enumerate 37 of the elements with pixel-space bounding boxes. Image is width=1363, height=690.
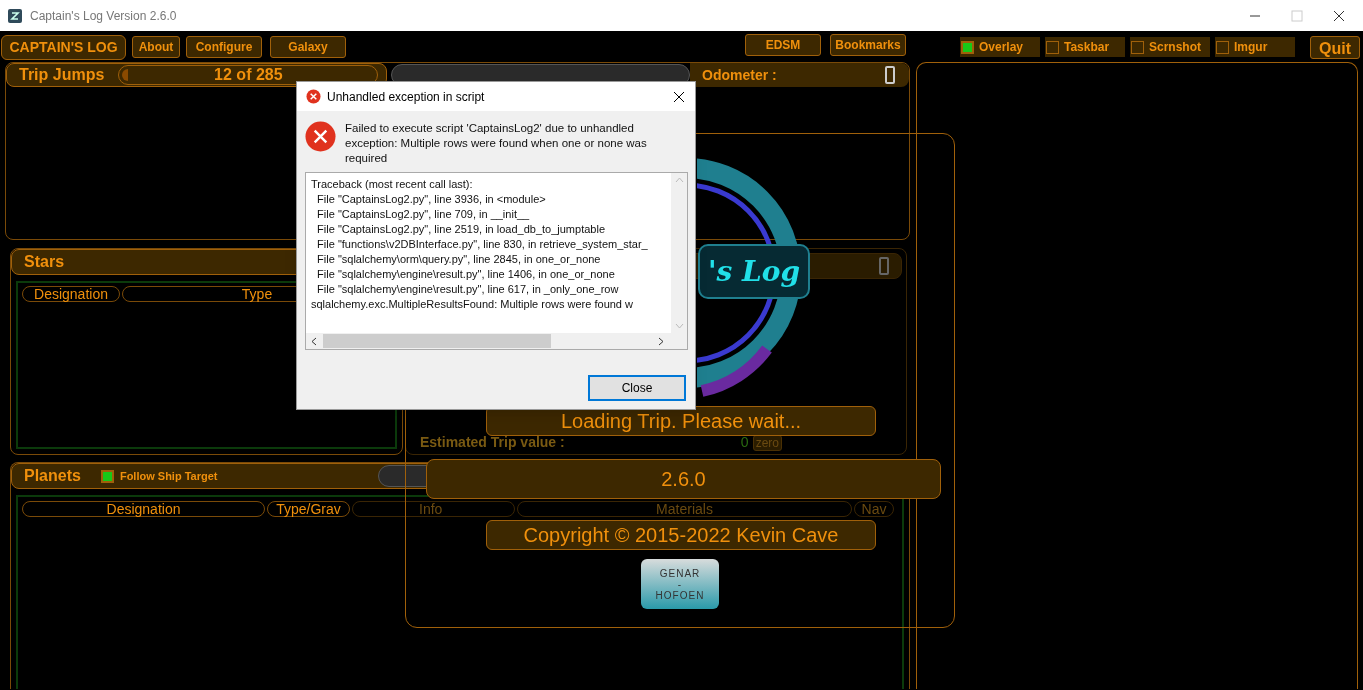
error-message: Failed to execute script 'CaptainsLog2' due to unhandled exception: Multiple rows were found when one or none was required — [345, 121, 648, 166]
toggle-checkbox[interactable]: Overlay — [960, 37, 1040, 57]
toolbar-button[interactable]: Galaxy — [270, 36, 346, 58]
odometer-label: Odometer : — [702, 65, 777, 85]
trip-value: 0 — [740, 433, 749, 452]
traceback-line: File "CaptainsLog2.py", line 2519, in load_db_to_jumptable — [316, 222, 606, 237]
traceback-line: Traceback (most recent call last): — [311, 177, 474, 192]
logo-text: - — [677, 578, 683, 590]
toggle-checkbox[interactable]: Scrnshot — [1130, 37, 1210, 57]
toolbar-button[interactable]: Bookmarks — [830, 34, 906, 56]
toolbar-button[interactable]: EDSM — [745, 34, 821, 56]
window-title: Captain's Log Version 2.6.0 — [30, 7, 177, 25]
copyright-label: Copyright © 2015-2022 Kevin Cave — [486, 520, 876, 550]
traceback-line: File "CaptainsLog2.py", line 709, in __init__ — [316, 207, 531, 222]
logo-text: GENAR — [659, 567, 701, 579]
panel-title: Trip Jumps — [19, 65, 105, 85]
toggle-checkbox[interactable]: Imgur — [1215, 37, 1295, 57]
close-button[interactable]: Close — [588, 375, 686, 401]
toggle-checkbox[interactable]: Taskbar — [1045, 37, 1125, 57]
quit-button[interactable]: Quit — [1310, 35, 1360, 59]
traceback-line: File "sqlalchemy\orm\query.py", line 2845, in one_or_none — [316, 252, 602, 267]
toolbar-button[interactable]: About — [132, 36, 180, 58]
panel-title: Stars — [24, 252, 65, 272]
panel-title: Planets — [24, 466, 81, 486]
dialog-title: Unhandled exception in script — [327, 88, 485, 106]
brand-button[interactable]: CAPTAIN'S LOG — [1, 34, 126, 60]
loading-message: Loading Trip. Please wait... — [486, 406, 876, 436]
logo-text: 's Log — [707, 253, 800, 290]
toolbar-button[interactable]: Configure — [186, 36, 262, 58]
trip-slider[interactable]: 12 of 285 — [118, 65, 379, 85]
traceback-line: File "functions\v2DBInterface.py", line 830, in retrieve_system_star_ — [316, 237, 649, 252]
version-label: 2.6.0 — [426, 459, 941, 499]
traceback-line: File "CaptainsLog2.py", line 3936, in <module> — [316, 192, 547, 207]
traceback-line: File "sqlalchemy\engine\result.py", line 1406, in one_or_none — [316, 267, 616, 282]
trip-value-label: Estimated Trip value : — [420, 433, 565, 452]
follow-ship-checkbox[interactable]: Follow Ship Target — [100, 467, 218, 485]
logo-text: HOFOEN — [655, 589, 705, 601]
